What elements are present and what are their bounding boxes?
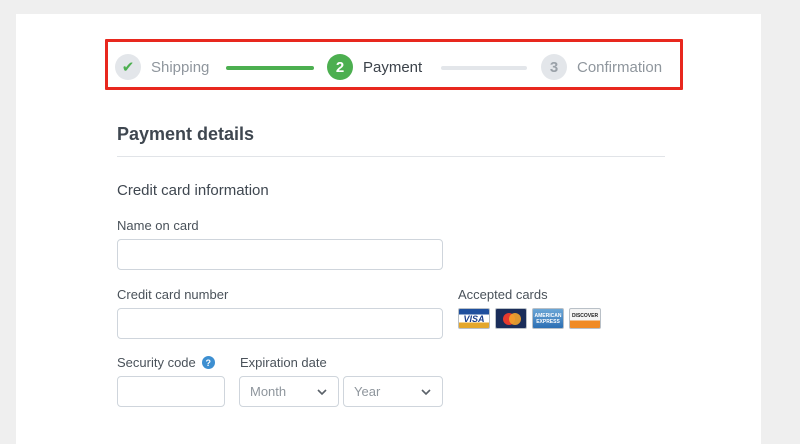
name-on-card-label: Name on card xyxy=(117,218,199,233)
card-number-input[interactable] xyxy=(117,308,443,339)
amex-card-icon: AMERICAN EXPRESS xyxy=(532,308,564,329)
help-icon[interactable]: ? xyxy=(201,356,215,370)
visa-card-text: VISA xyxy=(463,313,485,324)
stepper-connector-complete xyxy=(226,66,314,70)
step-confirmation[interactable]: 3 Confirmation xyxy=(541,53,662,81)
card-number-label: Credit card number xyxy=(117,287,229,302)
discover-card-icon: DISCOVER xyxy=(569,308,601,329)
amex-card-text: AMERICAN EXPRESS xyxy=(534,312,562,325)
step-payment[interactable]: 2 Payment xyxy=(327,53,422,81)
expiration-date-label: Expiration date xyxy=(240,355,327,370)
step-number-badge: 3 xyxy=(541,54,567,80)
discover-card-text: DISCOVER xyxy=(571,313,599,319)
stepper-connector-pending xyxy=(441,66,527,70)
name-on-card-input[interactable] xyxy=(117,239,443,270)
step-shipping-label: Shipping xyxy=(151,58,210,76)
step-payment-label: Payment xyxy=(363,58,423,76)
accepted-cards-list: VISA AMERICAN EXPRESS DISCOVER xyxy=(458,308,601,329)
section-divider xyxy=(117,156,665,157)
expiration-month-select[interactable]: Month xyxy=(239,376,339,407)
subsection-title: Credit card information xyxy=(117,182,269,199)
expiration-year-value: Year xyxy=(354,384,381,399)
accepted-cards-label: Accepted cards xyxy=(458,287,548,302)
expiration-month-value: Month xyxy=(250,384,287,399)
visa-card-icon: VISA xyxy=(458,308,490,329)
step-shipping[interactable]: ✔ Shipping xyxy=(115,53,209,81)
mastercard-card-icon xyxy=(495,308,527,329)
security-code-label: Security code? xyxy=(117,355,215,370)
expiration-year-select[interactable]: Year xyxy=(343,376,443,407)
chevron-down-icon xyxy=(317,389,327,396)
step-number-badge: 2 xyxy=(327,54,353,80)
security-code-label-text: Security code xyxy=(117,355,196,370)
checkmark-icon: ✔ xyxy=(115,54,141,80)
security-code-input[interactable] xyxy=(117,376,225,407)
page-title: Payment details xyxy=(117,124,255,144)
step-confirmation-label: Confirmation xyxy=(577,58,663,76)
chevron-down-icon xyxy=(421,389,431,396)
